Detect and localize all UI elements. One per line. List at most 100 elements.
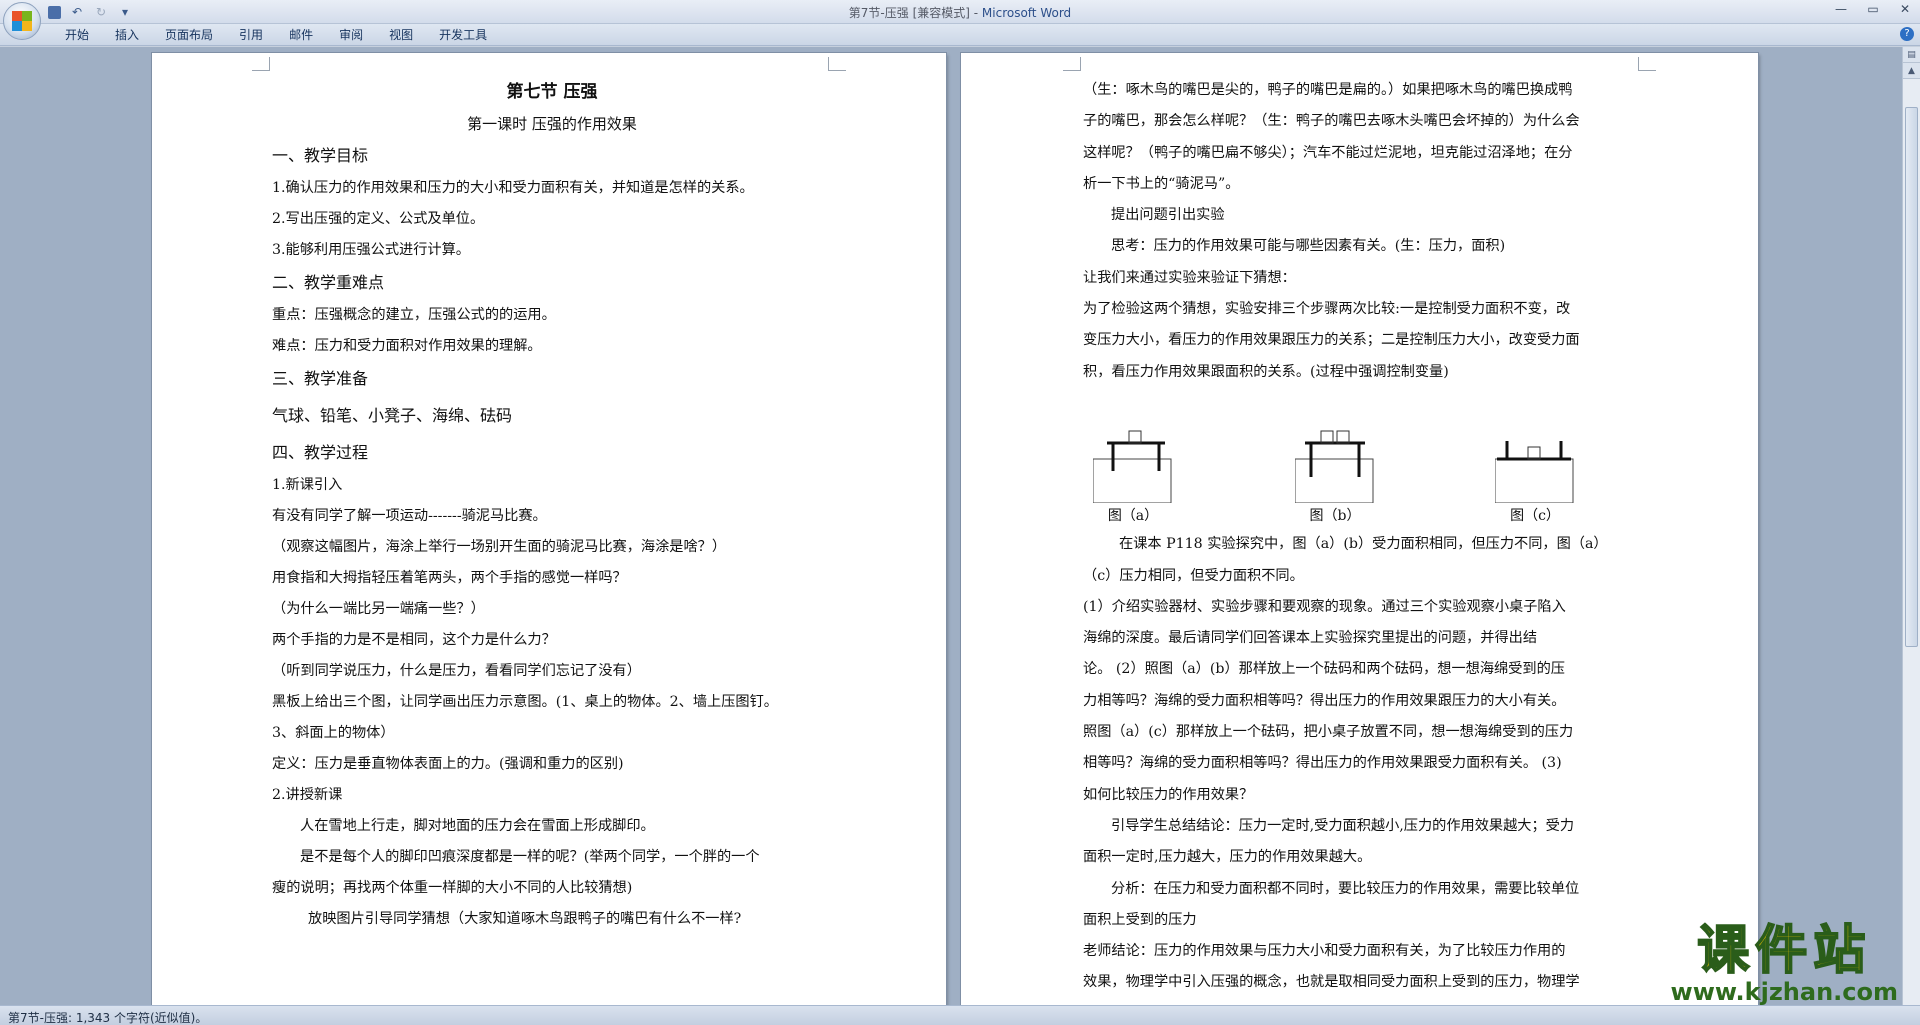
paragraph-line: 在课本 P118 实验探究中，图（a）(b）受力面积相同，但压力不同，图（a） (1119, 536, 1608, 553)
paragraph-line: 效果，物理学中引入压强的概念，也就是取相同受力面积上受到的压力，物理学 (1083, 974, 1580, 991)
scroll-up-icon[interactable]: ▲ (1903, 63, 1920, 79)
paragraph-line: 定义：压力是垂直物体表面上的力。(强调和重力的区别) (272, 756, 624, 772)
ribbon-tabs: 开始 插入 页面布局 引用 邮件 审阅 视图 开发工具 (52, 27, 500, 43)
figure-c-drawing (1495, 441, 1574, 504)
window-controls: — ▭ ✕ (1830, 2, 1916, 16)
paragraph-line: 子的嘴巴，那会怎么样呢？（生：鸭子的嘴巴去啄木头嘴巴会坏掉的）为什么会 (1083, 113, 1580, 130)
ruler-toggle-icon[interactable]: ▤ (1903, 47, 1920, 63)
paragraph-line: 照图（a）(c）那样放上一个砝码，把小桌子放置不同，想一想海绵受到的压力 (1083, 724, 1574, 741)
page-left: 第七节 压强 第一课时 压强的作用效果 一、教学目标 1.确认压力的作用效果和压力… (152, 53, 946, 1005)
tab-references[interactable]: 引用 (226, 27, 276, 43)
tab-page-layout[interactable]: 页面布局 (152, 27, 226, 43)
paragraph-line: 黑板上给出三个图，让同学画出压力示意图。(1、桌上的物体。2、墙上压图钉。 (272, 694, 778, 710)
paragraph-line: 析一下书上的“骑泥马”。 (1083, 175, 1240, 192)
office-button[interactable] (3, 2, 41, 40)
word-count-status[interactable]: 第7节-压强: 1,343 个字符(近似值)。 (8, 1009, 207, 1025)
paragraph-line: 一、教学目标 (272, 146, 369, 165)
tab-developer[interactable]: 开发工具 (426, 27, 500, 43)
paragraph-line: 1.新课引入 (272, 477, 343, 493)
watermark-main: 课件站 (1696, 921, 1872, 981)
crop-mark (1638, 57, 1656, 71)
paragraph-line: 二、教学重难点 (272, 273, 385, 292)
paragraph-line: 放映图片引导同学猜想（大家知道啄木鸟跟鸭子的嘴巴有什么不一样? (308, 911, 742, 927)
vertical-scrollbar[interactable]: ▤ ▲ (1902, 47, 1920, 1005)
paragraph-line: (1）介绍实验器材、实验步骤和要观察的现象。通过三个实验观察小桌子陷入 (1083, 598, 1566, 615)
title-bar: ↶ ↻ ▾ 第7节-压强 [兼容模式] - Microsoft Word — ▭… (0, 0, 1920, 24)
page-right-content: （生：啄木鸟的嘴巴是尖的，鸭子的嘴巴是扁的。）如果把啄木鸟的嘴巴换成鸭 子的嘴巴，… (1083, 75, 1653, 999)
paragraph-line: 难点：压力和受力面积对作用效果的理解。 (272, 338, 542, 354)
experiment-figures: 图（a） 图（b） 图（c） (1083, 419, 1653, 529)
paragraph-line: 人在雪地上行走，脚对地面的压力会在雪面上形成脚印。 (300, 818, 655, 834)
paragraph-line: 积，看压力作用效果跟面积的关系。(过程中强调控制变量) (1083, 363, 1449, 380)
paragraph-line: 是不是每个人的脚印凹痕深度都是一样的呢？(举两个同学，一个胖的一个 (300, 849, 760, 865)
right-body-bottom: 在课本 P118 实验探究中，图（a）(b）受力面积相同，但压力不同，图（a） （… (1083, 529, 1653, 998)
paragraph-line: 瘦的说明；再找两个体重一样脚的大小不同的人比较猜想) (272, 880, 633, 896)
watermark-url: www.kjzhan.com (1670, 978, 1898, 1006)
tab-home[interactable]: 开始 (52, 27, 102, 43)
paragraph-line: 思考：压力的作用效果可能与哪些因素有关。(生：压力，面积) (1111, 238, 1506, 255)
left-body: 一、教学目标 1.确认压力的作用效果和压力的大小和受力面积有关，并知道是怎样的关系… (272, 139, 832, 935)
scrollbar-thumb[interactable] (1905, 107, 1918, 647)
figure-b-caption: 图（b） (1309, 508, 1361, 525)
paragraph-line: 力相等吗？海绵的受力面积相等吗？得出压力的作用效果跟压力的大小有关。 (1083, 692, 1566, 709)
watermark-logo: 课件站 www.kjzhan.com (1670, 921, 1898, 1006)
paragraph-line (1083, 388, 1653, 419)
maximize-icon[interactable]: ▭ (1862, 2, 1884, 16)
paragraph-line: 重点：压强概念的建立，压强公式的的运用。 (272, 307, 556, 323)
paragraph-line: 3.能够利用压强公式进行计算。 (272, 242, 470, 258)
paragraph-line: 这样呢？（鸭子的嘴巴扁不够尖）；汽车不能过烂泥地，坦克能过沼泽地；在分 (1083, 144, 1573, 161)
help-icon[interactable]: ? (1900, 27, 1914, 41)
office-logo-icon (12, 11, 32, 31)
paragraph-line: 论。 (2）照图（a）(b）那样放上一个砝码和两个砝码，想一想海绵受到的压 (1083, 661, 1565, 678)
ribbon: 开始 插入 页面布局 引用 邮件 审阅 视图 开发工具 ? (0, 24, 1920, 46)
crop-mark (1063, 57, 1081, 71)
tab-view[interactable]: 视图 (376, 27, 426, 43)
paragraph-line: 引导学生总结结论：压力一定时,受力面积越小,压力的作用效果越大；受力 (1111, 817, 1575, 834)
document-workspace: 第七节 压强 第一课时 压强的作用效果 一、教学目标 1.确认压力的作用效果和压力… (0, 47, 1902, 1005)
paragraph-line: 气球、铅笔、小凳子、海绵、砝码 (272, 406, 513, 425)
figure-a-drawing (1093, 430, 1172, 504)
window-title: 第7节-压强 [兼容模式] - Microsoft Word (0, 4, 1920, 21)
paragraph-line: 相等吗？海绵的受力面积相等吗？得出压力的作用效果跟受力面积有关。 (3) (1083, 755, 1562, 772)
paragraph-line: 面积一定时,压力越大，压力的作用效果越大。 (1083, 849, 1372, 866)
page-subtitle: 第一课时 压强的作用效果 (467, 115, 637, 133)
app-name: Microsoft Word (981, 6, 1072, 20)
paragraph-line: 1.确认压力的作用效果和压力的大小和受力面积有关，并知道是怎样的关系。 (272, 180, 754, 196)
paragraph-line: （c）压力相同，但受力面积不同。 (1083, 567, 1304, 584)
tab-insert[interactable]: 插入 (102, 27, 152, 43)
figure-c-caption: 图（c） (1510, 508, 1560, 525)
right-body-top: （生：啄木鸟的嘴巴是尖的，鸭子的嘴巴是扁的。）如果把啄木鸟的嘴巴换成鸭 子的嘴巴，… (1083, 75, 1653, 419)
paragraph-line: 用食指和大拇指轻压着笔两头，两个手指的感觉一样吗？ (272, 570, 627, 586)
paragraph-line: （观察这幅图片，海涂上举行一场别开生面的骑泥马比赛，海涂是啥？） (272, 539, 727, 555)
page-left-content: 第七节 压强 第一课时 压强的作用效果 一、教学目标 1.确认压力的作用效果和压力… (272, 75, 832, 935)
tab-review[interactable]: 审阅 (326, 27, 376, 43)
crop-mark (252, 57, 270, 71)
status-bar: 第7节-压强: 1,343 个字符(近似值)。 (0, 1005, 1920, 1025)
document-title: 第7节-压强 [兼容模式] - (848, 6, 982, 20)
paragraph-line: （为什么一端比另一端痛一些？） (272, 601, 485, 617)
paragraph-line: 变压力大小，看压力的作用效果跟压力的关系；二是控制压力大小，改变受力面 (1083, 332, 1580, 349)
paragraph-line: 海绵的深度。最后请同学们回答课本上实验探究里提出的问题，并得出结 (1083, 630, 1538, 647)
minimize-icon[interactable]: — (1830, 2, 1852, 16)
paragraph-line: 如何比较压力的作用效果？ (1083, 786, 1254, 803)
crop-mark (828, 57, 846, 71)
paragraph-line: （生：啄木鸟的嘴巴是尖的，鸭子的嘴巴是扁的。）如果把啄木鸟的嘴巴换成鸭 (1083, 82, 1573, 98)
paragraph-line: 3、斜面上的物体） (272, 725, 395, 741)
paragraph-line: 面积上受到的压力 (1083, 911, 1197, 928)
figure-b-drawing (1295, 430, 1374, 504)
page-right: （生：啄木鸟的嘴巴是尖的，鸭子的嘴巴是扁的。）如果把啄木鸟的嘴巴换成鸭 子的嘴巴，… (961, 53, 1758, 1005)
figure-a-caption: 图（a） (1107, 508, 1159, 525)
paragraph-line: 为了检验这两个猜想，实验安排三个步骤两次比较:一是控制受力面积不变，改 (1083, 301, 1571, 318)
paragraph-line: 分析：在压力和受力面积都不同时，要比较压力的作用效果，需要比较单位 (1111, 880, 1580, 897)
paragraph-line: 2.写出压强的定义、公式及单位。 (272, 211, 485, 227)
paragraph-line: （听到同学说压力，什么是压力，看看同学们忘记了没有） (272, 663, 641, 679)
paragraph-line: 三、教学准备 (272, 369, 369, 388)
paragraph-line: 2.讲授新课 (272, 787, 343, 803)
paragraph-line: 让我们来通过实验来验证下猜想： (1083, 269, 1296, 286)
paragraph-line: 有没有同学了解一项运动-------骑泥马比赛。 (272, 508, 547, 524)
close-icon[interactable]: ✕ (1894, 2, 1916, 16)
page-title: 第七节 压强 (506, 82, 598, 102)
paragraph-line: 老师结论：压力的作用效果与压力大小和受力面积有关，为了比较压力作用的 (1083, 943, 1566, 960)
paragraph-line: 两个手指的力是不是相同，这个力是什么力？ (272, 632, 556, 648)
tab-mailings[interactable]: 邮件 (276, 27, 326, 43)
